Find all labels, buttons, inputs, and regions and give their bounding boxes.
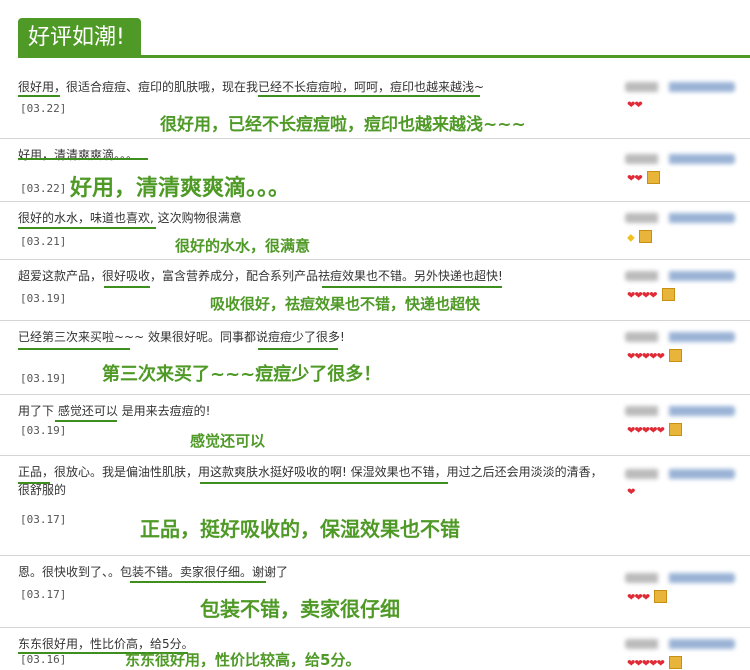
underline	[130, 581, 266, 583]
vip-badge-icon	[661, 288, 675, 301]
review-highlight: 很好的水水，很满意	[175, 237, 311, 255]
rating-icon: ❤❤❤❤	[627, 288, 675, 302]
vip-badge-icon	[654, 590, 668, 603]
underline	[55, 420, 117, 422]
reviewer-info: ❤❤❤❤❤	[625, 320, 750, 363]
reviewer-info: ❤❤	[625, 142, 750, 185]
review-item: 很好的水水，味道也喜欢, 这次购物很满意 [03.21] 很好的水水，很满意 ◆	[0, 201, 750, 260]
review-text: 恩。很快收到了、。包装不错。卖家很仔细。谢谢了	[18, 565, 289, 579]
review-highlight: 正品，挺好吸收的，保湿效果也不错	[140, 517, 460, 541]
review-text: 超爱这款产品，很好吸收，富含营养成分，配合系列产品祛痘效果也不错。另外快递也超快…	[18, 269, 503, 283]
reviewer-info: ❤	[625, 457, 750, 498]
review-date: [03.22]	[20, 102, 67, 115]
reviewer-info: ❤❤❤	[625, 561, 750, 604]
reviewer-info: ❤❤	[625, 70, 750, 111]
review-date: [03.17]	[20, 513, 67, 526]
review-date: [03.21]	[20, 235, 67, 248]
vip-badge-icon	[668, 349, 682, 362]
review-item: 正品，很放心。我是偏油性肌肤，用这款爽肤水挺好吸收的啊! 保湿效果也不错，用过之…	[0, 455, 750, 556]
underline	[104, 286, 150, 288]
section-header: 好评如潮!	[0, 0, 750, 58]
review-text: 用了下 感觉还可以 是用来去痘痘的!	[18, 404, 211, 418]
review-text: 已经第三次来买啦~~~ 效果很好呢。同事都说痘痘少了很多!	[18, 330, 345, 344]
rating-icon: ❤❤❤❤❤	[627, 423, 682, 437]
review-highlight: 感觉还可以	[190, 432, 266, 450]
header-divider	[18, 55, 750, 58]
review-highlight: 第三次来买了~~~痘痘少了很多！	[102, 364, 382, 385]
review-text: 很好的水水，味道也喜欢, 这次购物很满意	[18, 211, 242, 225]
reviewer-name	[625, 271, 735, 281]
reviewer-info: ❤❤❤❤❤	[625, 627, 750, 670]
underline	[18, 227, 156, 229]
review-date: [03.19]	[20, 424, 67, 437]
rating-icon: ❤❤	[627, 171, 660, 185]
review-date: [03.16]	[20, 653, 67, 666]
reviewer-name	[625, 154, 735, 164]
reviewer-info: ❤❤❤❤	[625, 259, 750, 302]
review-date: [03.19]	[20, 292, 67, 305]
reviewer-name	[625, 82, 735, 92]
review-highlight: 东东很好用，性价比较高，给5分。	[125, 651, 361, 669]
review-text: 好用，清清爽爽滴。。。	[18, 148, 139, 162]
reviewer-name	[625, 573, 735, 583]
rating-icon: ❤❤	[627, 100, 643, 111]
vip-badge-icon	[668, 423, 682, 436]
review-item: 已经第三次来买啦~~~ 效果很好呢。同事都说痘痘少了很多! [03.19] 第三…	[0, 320, 750, 395]
review-highlight: 很好用，已经不长痘痘啦，痘印也越来越浅~~~	[160, 115, 526, 135]
vip-badge-icon	[646, 171, 660, 184]
review-date: [03.22]	[20, 182, 67, 195]
underline	[258, 348, 338, 350]
review-item: 恩。很快收到了、。包装不错。卖家很仔细。谢谢了 [03.17] 包装不错，卖家很…	[0, 555, 750, 628]
review-item: 好用，清清爽爽滴。。。 [03.22] 好用，清清爽爽滴。。。 ❤❤	[0, 138, 750, 202]
reviewer-info: ❤❤❤❤❤	[625, 394, 750, 437]
underline	[200, 482, 448, 484]
review-item: 东东很好用，性比价高，给5分。 [03.16] 东东很好用，性价比较高，给5分。…	[0, 627, 750, 670]
review-date: [03.19]	[20, 372, 67, 385]
reviewer-name	[625, 639, 735, 649]
rating-icon: ❤❤❤	[627, 590, 668, 604]
reviewer-name	[625, 332, 735, 342]
review-text: 正品，很放心。我是偏油性肌肤，用这款爽肤水挺好吸收的啊! 保湿效果也不错，用过之…	[18, 465, 603, 497]
review-item: 很好用，很适合痘痘、痘印的肌肤哦，现在我已经不长痘痘啦，呵呵，痘印也越来越浅~ …	[0, 70, 750, 139]
review-text: 很好用，很适合痘痘、痘印的肌肤哦，现在我已经不长痘痘啦，呵呵，痘印也越来越浅~	[18, 80, 485, 94]
rating-icon: ❤❤❤❤❤	[627, 349, 682, 363]
rating-icon: ❤	[627, 487, 635, 498]
vip-badge-icon	[638, 230, 652, 243]
underline	[322, 286, 502, 288]
underline	[18, 95, 60, 97]
review-highlight: 好用，清清爽爽滴。。。	[70, 176, 291, 201]
underline	[18, 348, 130, 350]
review-date: [03.17]	[20, 588, 67, 601]
underline	[18, 158, 148, 160]
review-item: 用了下 感觉还可以 是用来去痘痘的! [03.19] 感觉还可以 ❤❤❤❤❤	[0, 394, 750, 456]
underline	[18, 482, 50, 484]
review-highlight: 吸收很好，祛痘效果也不错，快递也超快	[210, 295, 481, 313]
underline	[258, 95, 480, 97]
reviewer-name	[625, 213, 735, 223]
vip-badge-icon	[668, 656, 682, 669]
rating-icon: ❤❤❤❤❤	[627, 656, 682, 670]
rating-icon: ◆	[627, 230, 652, 244]
reviewer-name	[625, 469, 735, 479]
review-highlight: 包装不错，卖家很仔细	[200, 597, 400, 621]
review-item: 超爱这款产品，很好吸收，富含营养成分，配合系列产品祛痘效果也不错。另外快递也超快…	[0, 259, 750, 321]
section-title: 好评如潮!	[18, 18, 141, 56]
reviewer-name	[625, 406, 735, 416]
reviewer-info: ◆	[625, 201, 750, 244]
